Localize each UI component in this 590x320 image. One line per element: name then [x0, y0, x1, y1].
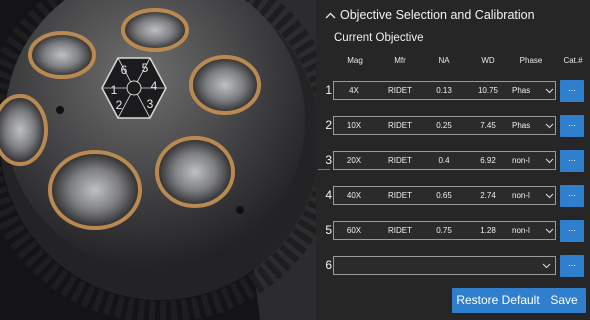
na-value[interactable]: 0.25 [426, 117, 462, 134]
objective-turret-photo: 1 2 3 4 5 6 [0, 0, 316, 320]
phase-select[interactable]: non-l [512, 187, 556, 204]
row-number: 4 [325, 188, 332, 202]
chevron-down-icon [545, 193, 554, 199]
mfr-value[interactable]: RIDET [382, 82, 418, 99]
turret-label: 3 [147, 97, 154, 111]
wd-value[interactable]: 7.45 [470, 117, 506, 134]
cat-browse-button[interactable]: ... [560, 220, 584, 242]
row-number: 6 [325, 258, 332, 272]
phase-value: non-l [512, 156, 530, 165]
mag-value[interactable]: 20X [338, 152, 370, 169]
mfr-value[interactable]: RIDET [382, 152, 418, 169]
save-button[interactable]: Save [542, 288, 586, 313]
wd-value[interactable]: 2.74 [470, 187, 506, 204]
mfr-value[interactable]: RIDET [382, 117, 418, 134]
objective-row-fields[interactable]: 4X RIDET 0.13 10.75 Phas [333, 81, 556, 100]
mag-value[interactable]: 60X [338, 222, 370, 239]
cat-browse-button[interactable]: ... [560, 185, 584, 207]
na-value[interactable]: 0.13 [426, 82, 462, 99]
mag-value[interactable]: 4X [338, 82, 370, 99]
panel-title: Objective Selection and Calibration [340, 8, 535, 22]
turret-label: 1 [111, 83, 118, 97]
phase-select[interactable]: non-l [512, 222, 556, 239]
column-header-mfr: Mfr [394, 56, 406, 65]
chevron-down-icon [545, 158, 554, 164]
phase-select[interactable]: non-l [512, 152, 556, 169]
wd-value[interactable]: 6.92 [470, 152, 506, 169]
turret-label: 5 [142, 61, 149, 75]
phase-value: non-l [512, 191, 530, 200]
restore-default-button[interactable]: Restore Default [452, 288, 544, 313]
wd-value[interactable]: 10.75 [470, 82, 506, 99]
objective-select-empty[interactable] [333, 256, 556, 275]
turret-label: 2 [116, 98, 123, 112]
na-value[interactable]: 0.4 [426, 152, 462, 169]
chevron-down-icon [545, 123, 554, 129]
row-number: 5 [325, 223, 332, 237]
column-header-phase: Phase [519, 56, 543, 65]
column-header-na: NA [438, 56, 450, 65]
phase-select[interactable]: Phas [512, 82, 556, 99]
na-value[interactable]: 0.65 [426, 187, 462, 204]
objective-row-fields[interactable]: 20X RIDET 0.4 6.92 non-l [333, 151, 556, 170]
column-header-cat: Cat.# [563, 56, 583, 65]
mfr-value[interactable]: RIDET [382, 222, 418, 239]
row-number: 3 [325, 153, 332, 167]
row-number: 1 [325, 83, 332, 97]
cat-browse-button[interactable]: ... [560, 150, 584, 172]
mfr-value[interactable]: RIDET [382, 187, 418, 204]
column-header-mag: Mag [347, 56, 363, 65]
objective-section-header[interactable]: Objective Selection and Calibration [316, 0, 590, 30]
chevron-up-icon[interactable] [320, 5, 340, 25]
phase-select[interactable]: Phas [512, 117, 556, 134]
section-label: Current Objective [334, 32, 424, 44]
na-value[interactable]: 0.75 [426, 222, 462, 239]
objective-row-fields[interactable]: 40X RIDET 0.65 2.74 non-l [333, 186, 556, 205]
turret-label: 4 [151, 79, 158, 93]
objective-row-fields[interactable]: 10X RIDET 0.25 7.45 Phas [333, 116, 556, 135]
column-header-wd: WD [481, 56, 495, 65]
wd-value[interactable]: 1.28 [470, 222, 506, 239]
current-row-indicator [318, 169, 330, 170]
phase-value: non-l [512, 226, 530, 235]
objective-row-fields[interactable]: 60X RIDET 0.75 1.28 non-l [333, 221, 556, 240]
phase-value: Phas [512, 86, 531, 95]
objective-calibration-panel: Objective Selection and Calibration Curr… [316, 0, 590, 320]
mag-value[interactable]: 10X [338, 117, 370, 134]
chevron-down-icon [545, 228, 554, 234]
chevron-down-icon [542, 263, 551, 269]
turret-label: 6 [121, 63, 128, 77]
row-number: 2 [325, 118, 332, 132]
cat-browse-button[interactable]: ... [560, 255, 584, 277]
phase-value: Phas [512, 121, 531, 130]
mag-value[interactable]: 40X [338, 187, 370, 204]
cat-browse-button[interactable]: ... [560, 115, 584, 137]
chevron-down-icon [545, 88, 554, 94]
cat-browse-button[interactable]: ... [560, 80, 584, 102]
